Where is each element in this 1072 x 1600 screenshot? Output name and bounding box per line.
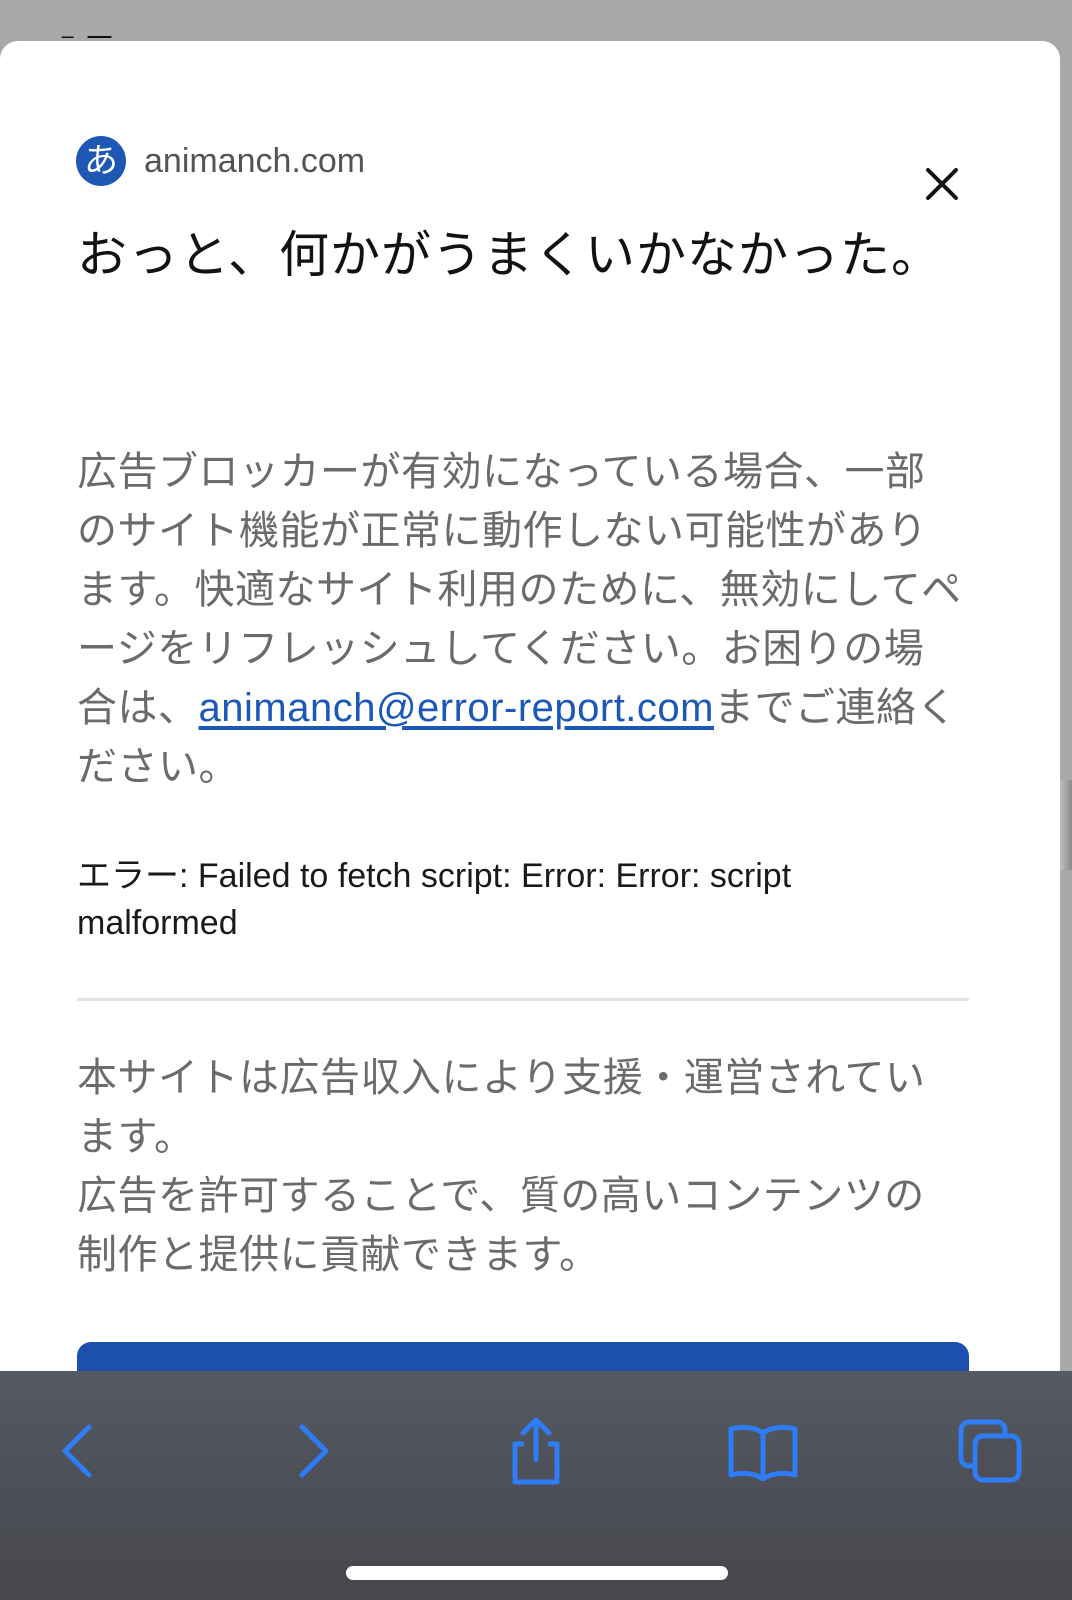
background-page-edge: [1058, 780, 1072, 870]
close-icon: [926, 168, 958, 200]
chevron-left-icon: [62, 1424, 92, 1478]
tabs-button[interactable]: [950, 1411, 1030, 1491]
chevron-right-icon: [299, 1424, 329, 1478]
site-logo: あ: [76, 136, 126, 186]
dialog-title: おっと、何かがうまくいかなかった。: [77, 226, 942, 284]
background-page-text: ｰ ー: [60, 18, 140, 38]
site-header: あ animanch.com: [76, 134, 365, 188]
forward-button[interactable]: [272, 1411, 352, 1491]
share-icon: [512, 1417, 560, 1485]
dialog-message: 広告ブロッカーが有効になっている場合、一部のサイト機能が正常に動作しない可能性が…: [77, 443, 962, 797]
close-button[interactable]: [922, 164, 962, 204]
bookmarks-button[interactable]: [723, 1411, 803, 1491]
error-message: エラー: Failed to fetch script: Error: Erro…: [77, 857, 792, 942]
divider: [77, 998, 969, 1001]
share-button[interactable]: [496, 1411, 576, 1491]
tabs-icon: [958, 1419, 1022, 1483]
book-icon: [728, 1424, 798, 1481]
adblock-dialog: あ animanch.com おっと、何かがうまくいかなかった。 広告ブロッカー…: [0, 41, 1060, 1441]
support-email-link[interactable]: animanch@error-report.com: [199, 686, 715, 730]
back-button[interactable]: [39, 1411, 119, 1491]
support-message: 本サイトは広告収入により支援・運営されています。 広告を許可することで、質の高いコ…: [77, 1049, 962, 1285]
support-line-2: 広告を許可することで、質の高いコンテンツの制作と提供に貢献できます。: [77, 1173, 925, 1278]
support-line-1: 本サイトは広告収入により支援・運営されています。: [77, 1055, 926, 1160]
home-indicator: [346, 1566, 728, 1580]
browser-toolbar: [0, 1371, 1072, 1600]
site-name: animanch.com: [144, 141, 366, 180]
